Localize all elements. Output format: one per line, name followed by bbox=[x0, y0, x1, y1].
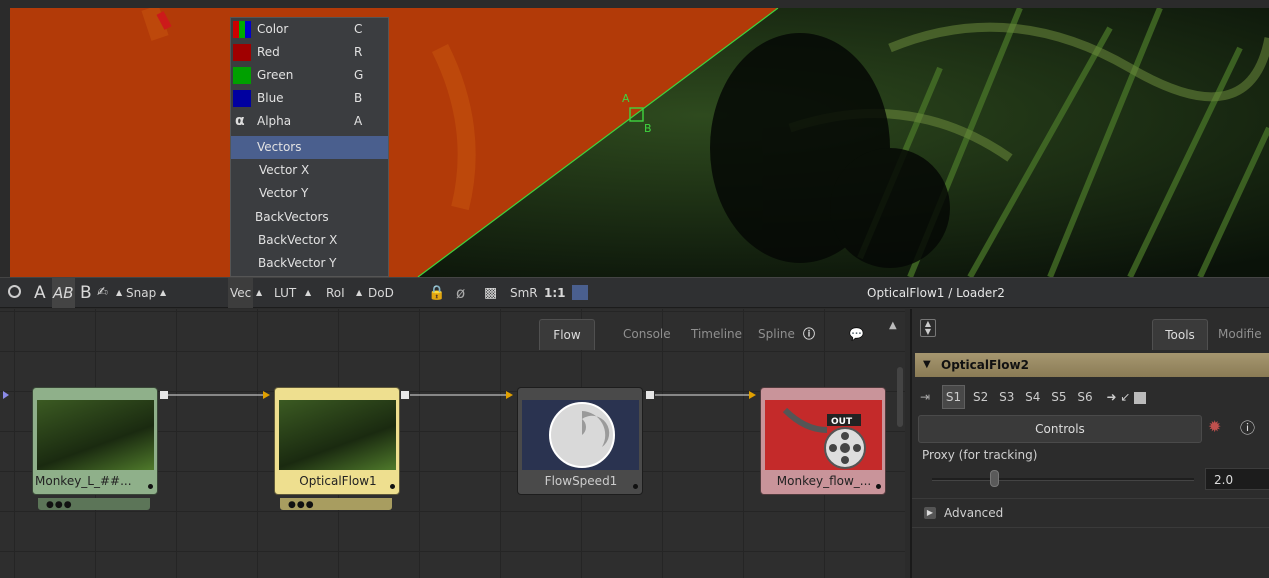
node-thumbnail bbox=[37, 400, 154, 470]
tab-controls[interactable]: Controls bbox=[918, 415, 1202, 443]
settings-gear-icon[interactable]: ✹ bbox=[1208, 417, 1221, 436]
wipe-label-b: B bbox=[644, 122, 652, 135]
node-label: FlowSpeed1 bbox=[544, 474, 618, 488]
tab-tools[interactable]: Tools bbox=[1152, 319, 1208, 350]
slot-s1[interactable]: S1 bbox=[941, 385, 966, 409]
node-label: Monkey_L_##... bbox=[35, 474, 132, 488]
proxy-slider-handle[interactable] bbox=[990, 470, 999, 487]
no-proxy-icon[interactable]: ø bbox=[456, 278, 465, 308]
node-opticalflow-footer: ●●● bbox=[280, 498, 392, 510]
output-port[interactable] bbox=[646, 391, 654, 399]
node-thumbnail bbox=[279, 400, 396, 470]
proxy-label: Proxy (for tracking) bbox=[922, 448, 1038, 462]
channel-vec-button[interactable]: Vec bbox=[228, 278, 254, 308]
buffer-a-button[interactable]: A bbox=[34, 278, 46, 308]
panel-expand-icon[interactable]: ▲ ▼ bbox=[920, 319, 936, 337]
reset-icon[interactable]: ↙ bbox=[1120, 390, 1130, 404]
menu-item-vector-y[interactable]: Vector Y bbox=[231, 182, 388, 205]
lut-button[interactable]: LUT bbox=[274, 278, 296, 308]
color-swatch-icon bbox=[233, 21, 251, 38]
slot-s2[interactable]: S2 bbox=[970, 386, 991, 408]
node-loader-footer: ●●● bbox=[38, 498, 150, 510]
roi-dropdown-icon[interactable]: ▲ bbox=[356, 278, 362, 308]
checker-icon[interactable]: ▩ bbox=[484, 278, 497, 308]
red-swatch-icon bbox=[233, 44, 251, 61]
green-swatch-icon bbox=[233, 67, 251, 84]
proxy-value-field[interactable]: 2.0 bbox=[1205, 468, 1269, 490]
node-opticalflow[interactable]: OpticalFlow1 bbox=[274, 387, 400, 495]
hand-tool-icon[interactable]: ✍ bbox=[97, 278, 108, 308]
node-label: Monkey_flow_... bbox=[776, 474, 872, 488]
viewer-toolbar: A AB B ✍ ▲ Snap ▲ Vec ▲ LUT ▲ RoI ▲ DoD … bbox=[0, 277, 1269, 308]
flow-scrollbar[interactable] bbox=[897, 367, 903, 427]
menu-item-blue[interactable]: Blue B bbox=[231, 87, 388, 110]
tab-modifiers[interactable]: Modifie bbox=[1218, 319, 1262, 349]
lut-dropdown-icon[interactable]: ▲ bbox=[305, 278, 311, 308]
histogram-icon[interactable] bbox=[572, 285, 588, 300]
snap-button[interactable]: Snap bbox=[126, 278, 156, 308]
channel-dropdown-icon[interactable]: ▲ bbox=[256, 278, 262, 308]
output-port[interactable] bbox=[401, 391, 409, 399]
collapse-icon[interactable]: ▼ bbox=[923, 353, 931, 377]
tool-name: OpticalFlow2 bbox=[941, 358, 1029, 372]
wipe-label-a: A bbox=[622, 92, 630, 105]
viewer-image bbox=[10, 8, 1269, 277]
viewer-path-label: OpticalFlow1 / Loader2 bbox=[867, 286, 1005, 300]
slot-s4[interactable]: S4 bbox=[1022, 386, 1043, 408]
blue-swatch-icon bbox=[233, 90, 251, 107]
channel-menu: Color C Red R Green G Blue B α Alpha A V… bbox=[230, 17, 389, 277]
node-label: OpticalFlow1 bbox=[299, 474, 377, 488]
expand-arrow-icon[interactable]: ▶ bbox=[924, 507, 936, 519]
menu-item-backvector-y[interactable]: BackVector Y bbox=[231, 252, 388, 275]
node-flowspeed[interactable]: FlowSpeed1 bbox=[517, 387, 643, 495]
saver-out-icon: OUT bbox=[765, 400, 882, 470]
slot-s6[interactable]: S6 bbox=[1074, 386, 1095, 408]
menu-item-color[interactable]: Color C bbox=[231, 18, 388, 41]
node-saver[interactable]: OUT Monkey_flow_... bbox=[760, 387, 886, 495]
menu-item-backvectors[interactable]: BackVectors bbox=[231, 206, 388, 229]
flowspeed-icon bbox=[522, 400, 639, 470]
menu-item-red[interactable]: Red R bbox=[231, 41, 388, 64]
lock-icon[interactable]: 🔒 bbox=[428, 278, 445, 308]
image-viewer[interactable]: A B bbox=[10, 8, 1269, 277]
menu-item-backvector-x[interactable]: BackVector X bbox=[231, 229, 388, 252]
smr-button[interactable]: SmR bbox=[510, 278, 538, 308]
output-port[interactable] bbox=[160, 391, 168, 399]
snap-dropdown-icon[interactable]: ▲ bbox=[160, 278, 166, 308]
ratio-button[interactable]: 1:1 bbox=[544, 278, 566, 308]
dod-button[interactable]: DoD bbox=[368, 278, 394, 308]
slot-s3[interactable]: S3 bbox=[996, 386, 1017, 408]
info-icon[interactable]: ⓘ bbox=[1240, 417, 1255, 438]
dropdown-arrow-icon[interactable]: ▲ bbox=[116, 278, 122, 308]
menu-item-vector-x[interactable]: Vector X bbox=[231, 159, 388, 182]
menu-item-green[interactable]: Green G bbox=[231, 64, 388, 87]
pin-icon[interactable]: ⇥ bbox=[920, 390, 930, 404]
alpha-icon: α bbox=[235, 113, 245, 129]
buffer-ab-button[interactable]: AB bbox=[52, 278, 75, 308]
roi-button[interactable]: RoI bbox=[326, 278, 345, 308]
arrow-right-icon[interactable]: ➜ bbox=[1106, 390, 1116, 404]
proxy-slider-track[interactable] bbox=[932, 478, 1194, 481]
slot-s5[interactable]: S5 bbox=[1048, 386, 1069, 408]
advanced-section[interactable]: ▶ Advanced bbox=[912, 498, 1269, 528]
tools-panel: ▲ ▼ Tools Modifie ▼ OpticalFlow2 ⇥ S1 S2 … bbox=[910, 309, 1269, 578]
svg-text:OUT: OUT bbox=[831, 417, 853, 427]
menu-item-vectors[interactable]: Vectors bbox=[231, 136, 388, 159]
circle-icon[interactable] bbox=[8, 285, 21, 298]
advanced-label: Advanced bbox=[944, 506, 1004, 520]
flow-editor[interactable]: Flow Console Timeline Spline ⓘ 💬 ▲ ●●● M… bbox=[0, 309, 905, 578]
menu-item-alpha[interactable]: α Alpha A bbox=[231, 110, 388, 133]
buffer-b-button[interactable]: B bbox=[80, 278, 92, 308]
node-loader[interactable]: Monkey_L_##... bbox=[32, 387, 158, 495]
save-icon[interactable] bbox=[1134, 391, 1147, 404]
version-slots: ⇥ S1 S2 S3 S4 S5 S6 ➜ ↙ bbox=[920, 385, 1147, 409]
tool-header[interactable]: ▼ OpticalFlow2 bbox=[915, 353, 1269, 377]
